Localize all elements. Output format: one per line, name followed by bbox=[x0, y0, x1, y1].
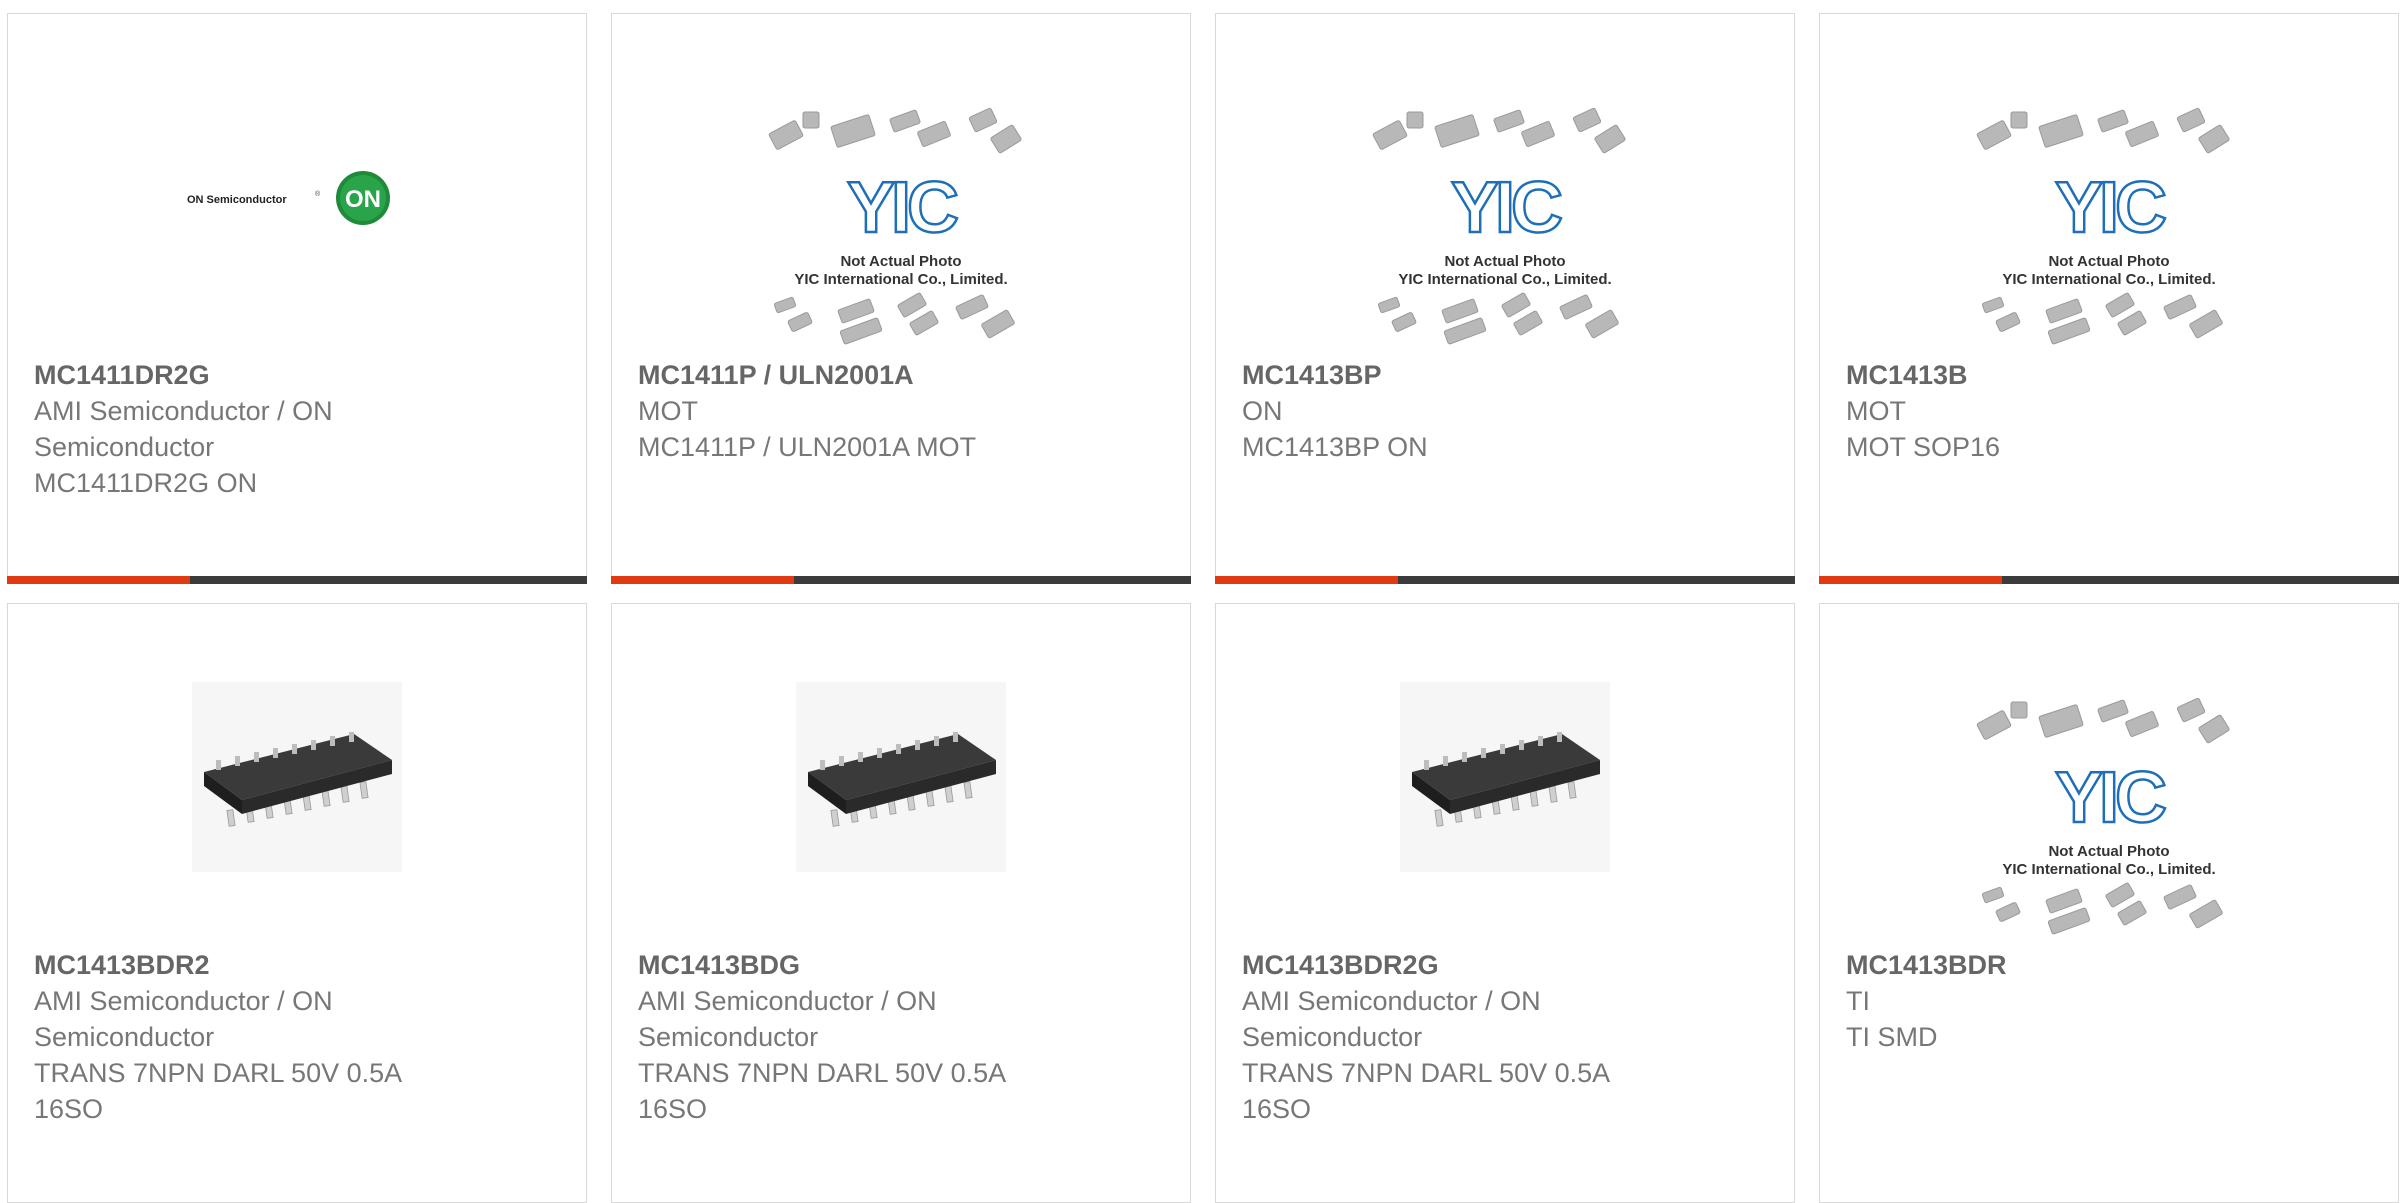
not-actual-photo-label: Not Actual Photo bbox=[2048, 843, 2169, 860]
manufacturer: AMI Semiconductor / ON bbox=[34, 396, 333, 426]
card-bar bbox=[1215, 576, 1795, 584]
soic16-chip-image bbox=[796, 682, 1006, 872]
product-card[interactable]: YIC Not Actual Photo YIC International Co.… bbox=[1819, 603, 2399, 1203]
product-card[interactable]: MC1413BDG AMI Semiconductor / ON Semicon… bbox=[611, 603, 1191, 1203]
product-card[interactable]: MC1413BDR2 AMI Semiconductor / ON Semico… bbox=[7, 603, 587, 1203]
yic-logo: YIC bbox=[2055, 758, 2166, 838]
not-actual-photo-label: Not Actual Photo bbox=[840, 253, 961, 270]
manufacturer-cont: Semiconductor bbox=[34, 432, 215, 462]
manufacturer-cont: Semiconductor bbox=[638, 1022, 819, 1052]
description: MC1411P / ULN2001A MOT bbox=[638, 432, 977, 462]
product-image[interactable]: YIC Not Actual Photo YIC International Co.… bbox=[1820, 604, 2398, 939]
description: MC1411DR2G ON bbox=[34, 468, 258, 498]
yic-logo: YIC bbox=[847, 168, 958, 248]
description: MOT SOP16 bbox=[1846, 432, 2001, 462]
part-number[interactable]: MC1413BDR bbox=[1846, 947, 2372, 983]
not-actual-photo-label: Not Actual Photo bbox=[1444, 253, 1565, 270]
part-number[interactable]: MC1413BDR2G bbox=[1242, 947, 1768, 983]
card-bar bbox=[1819, 576, 2399, 584]
description: TRANS 7NPN DARL 50V 0.5A bbox=[1242, 1058, 1611, 1088]
manufacturer: MOT bbox=[638, 396, 698, 426]
part-number[interactable]: MC1411P / ULN2001A bbox=[638, 357, 1164, 393]
company-label: YIC International Co., Limited. bbox=[1398, 271, 1611, 288]
soic16-chip-image bbox=[192, 682, 402, 872]
description-cont: 16SO bbox=[34, 1094, 104, 1124]
product-card[interactable]: MC1413BDR2G AMI Semiconductor / ON Semic… bbox=[1215, 603, 1795, 1203]
part-number[interactable]: MC1413BP bbox=[1242, 357, 1768, 393]
on-semiconductor-logo: ON Semiconductor ® ON bbox=[187, 171, 390, 225]
not-actual-photo-image: YIC Not Actual PhotoYIC International Co.… bbox=[768, 107, 1022, 345]
product-image[interactable]: ON Semiconductor ® ON bbox=[8, 14, 586, 349]
manufacturer: AMI Semiconductor / ON bbox=[1242, 986, 1541, 1016]
description: MC1413BP ON bbox=[1242, 432, 1428, 462]
product-grid: ON Semiconductor ® ON MC1411DR2G AMI Sem… bbox=[0, 0, 2400, 1203]
product-image[interactable] bbox=[8, 604, 586, 939]
manufacturer: AMI Semiconductor / ON bbox=[638, 986, 937, 1016]
description: TI SMD bbox=[1846, 1022, 1938, 1052]
manufacturer: AMI Semiconductor / ON bbox=[34, 986, 333, 1016]
product-card[interactable]: ON Semiconductor ® ON MC1411DR2G AMI Sem… bbox=[7, 13, 587, 584]
yic-logo: YIC bbox=[1451, 168, 1562, 248]
svg-text:®: ® bbox=[315, 190, 321, 198]
description-cont: 16SO bbox=[1242, 1094, 1312, 1124]
manufacturer-cont: Semiconductor bbox=[1242, 1022, 1423, 1052]
product-image[interactable]: YIC Not Actual Photo YIC International Co.… bbox=[612, 14, 1190, 349]
product-image[interactable]: YIC Not Actual Photo YIC International Co.… bbox=[1216, 14, 1794, 349]
not-actual-photo-label: Not Actual Photo bbox=[2048, 253, 2169, 270]
card-bar bbox=[7, 576, 587, 584]
product-card[interactable]: YIC Not Actual Photo YIC International Co.… bbox=[1215, 13, 1795, 584]
card-bar bbox=[611, 576, 1191, 584]
product-card[interactable]: YIC Not Actual Photo YIC International Co.… bbox=[1819, 13, 2399, 584]
svg-text:ON: ON bbox=[345, 186, 381, 213]
description: TRANS 7NPN DARL 50V 0.5A bbox=[34, 1058, 403, 1088]
manufacturer: MOT bbox=[1846, 396, 1906, 426]
part-number[interactable]: MC1413BDG bbox=[638, 947, 1164, 983]
description-cont: 16SO bbox=[638, 1094, 708, 1124]
company-label: YIC International Co., Limited. bbox=[2002, 271, 2215, 288]
not-actual-photo-image: YIC Not Actual PhotoYIC International Co.… bbox=[1976, 107, 2230, 345]
soic16-chip-image bbox=[1400, 682, 1610, 872]
manufacturer: ON bbox=[1242, 396, 1283, 426]
part-number[interactable]: MC1411DR2G bbox=[34, 357, 560, 393]
product-image[interactable] bbox=[612, 604, 1190, 939]
manufacturer: TI bbox=[1846, 986, 1870, 1016]
product-card[interactable]: YIC Not Actual Photo YIC International Co.… bbox=[611, 13, 1191, 584]
manufacturer-cont: Semiconductor bbox=[34, 1022, 215, 1052]
company-label: YIC International Co., Limited. bbox=[2002, 861, 2215, 878]
description: TRANS 7NPN DARL 50V 0.5A bbox=[638, 1058, 1007, 1088]
product-image[interactable]: YIC Not Actual Photo YIC International Co.… bbox=[1820, 14, 2398, 349]
not-actual-photo-image: YIC Not Actual PhotoYIC International Co.… bbox=[1372, 107, 1626, 345]
part-number[interactable]: MC1413BDR2 bbox=[34, 947, 560, 983]
product-image[interactable] bbox=[1216, 604, 1794, 939]
svg-text:ON Semiconductor: ON Semiconductor bbox=[187, 194, 287, 206]
not-actual-photo-image: YIC Not Actual PhotoYIC International Co.… bbox=[1976, 697, 2230, 935]
yic-logo: YIC bbox=[2055, 168, 2166, 248]
part-number[interactable]: MC1413B bbox=[1846, 357, 2372, 393]
company-label: YIC International Co., Limited. bbox=[794, 271, 1007, 288]
